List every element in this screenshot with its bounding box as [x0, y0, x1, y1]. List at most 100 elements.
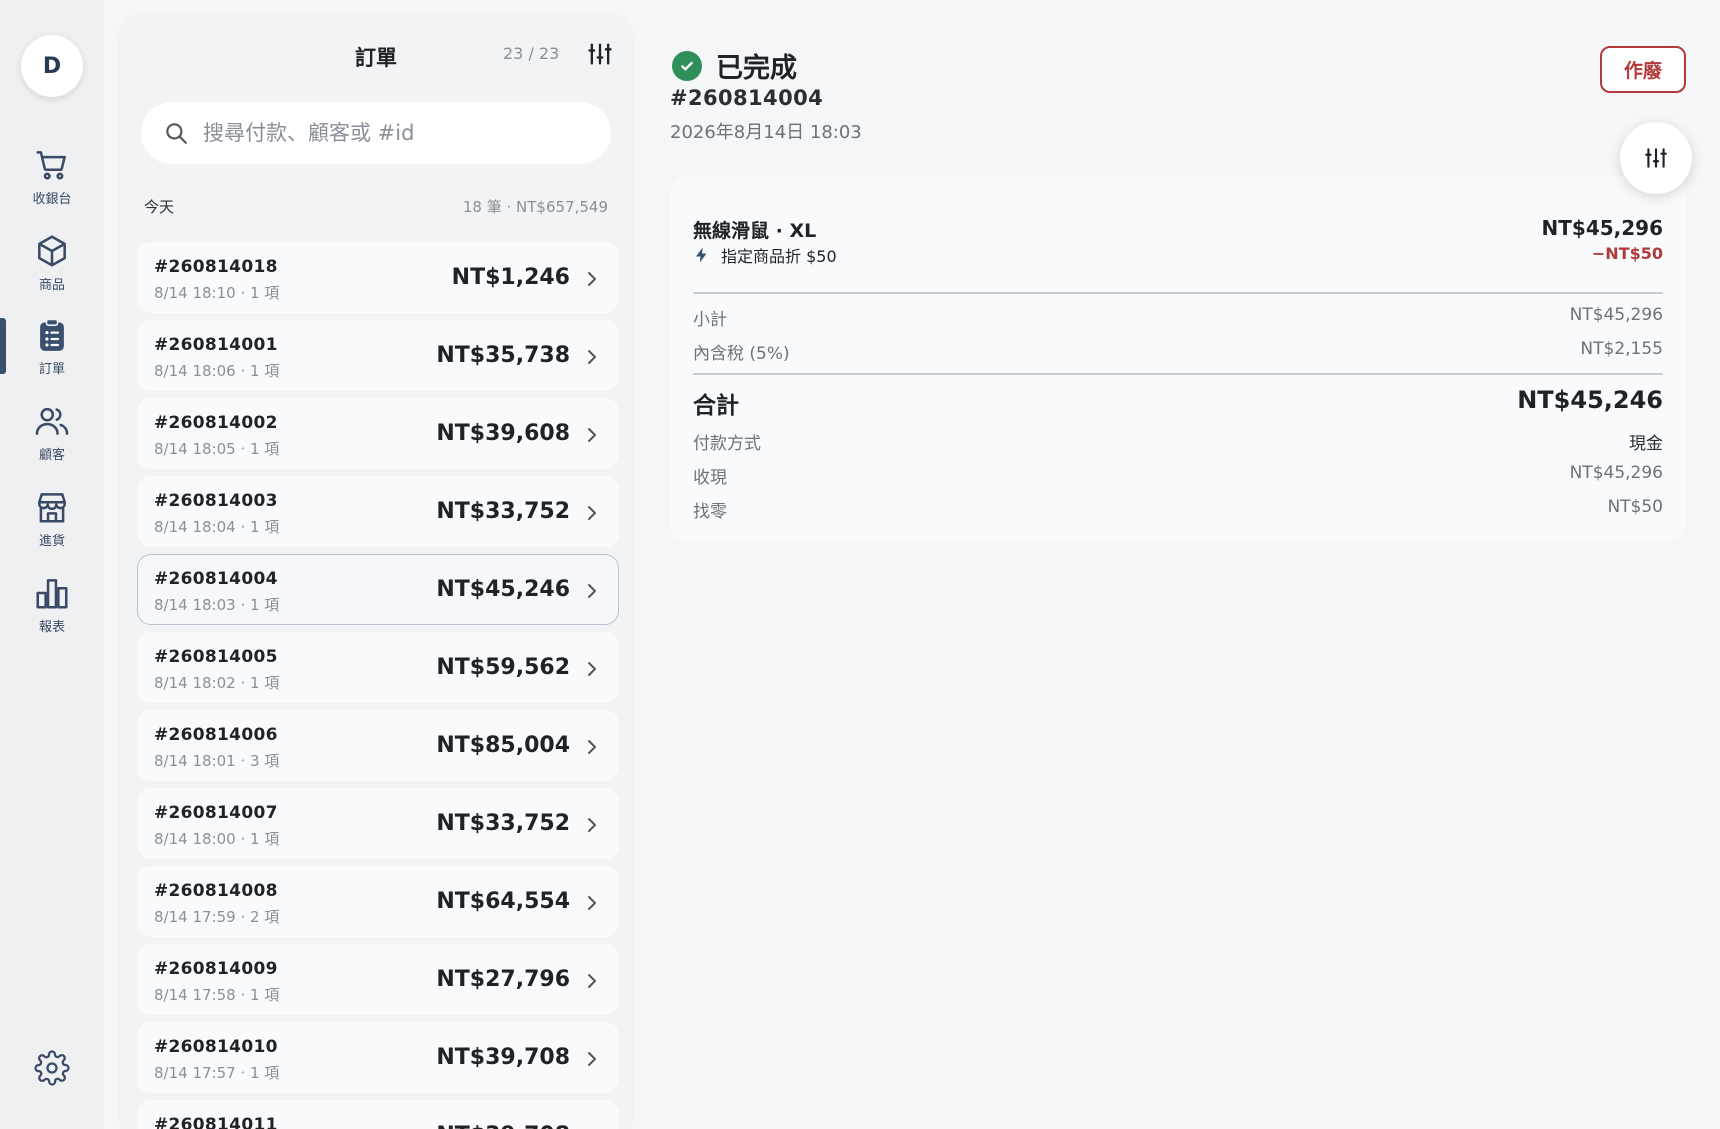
search-icon — [166, 123, 187, 144]
group-summary: 18 筆 · NT$657,549 — [462, 198, 608, 216]
change-label: 找零 — [693, 502, 727, 522]
group-day: 今天 — [144, 198, 175, 216]
payment-label: 付款方式 — [693, 434, 761, 454]
chevron-right-icon — [588, 428, 596, 442]
clipboard-icon — [40, 318, 64, 351]
order-card-meta: 8/14 18:02 · 1 項 — [154, 674, 280, 692]
tax-value: NT$2,155 — [1580, 339, 1663, 359]
tax-row: 內含稅 (5%) NT$2,155 — [693, 339, 1663, 364]
order-card-meta: 8/14 17:59 · 2 項 — [154, 908, 280, 926]
order-card-amount: NT$85,004 — [436, 733, 570, 758]
order-card-id: #260814009 — [154, 959, 278, 979]
order-card-amount: NT$39,708 — [436, 1045, 570, 1070]
users-icon — [35, 407, 69, 435]
item-name: 無線滑鼠 · XL — [693, 220, 817, 242]
box-icon — [38, 234, 66, 267]
order-card-amount: NT$45,246 — [436, 577, 570, 602]
order-card-meta: 8/14 18:03 · 1 項 — [154, 596, 280, 614]
order-card-id: #260814010 — [154, 1037, 278, 1057]
order-summary-card: 無線滑鼠 · XL NT$45,296 指定商品折 $50 −NT$50 小計 … — [670, 176, 1686, 542]
order-card-meta: 8/14 18:10 · 1 項 — [154, 284, 280, 302]
order-card-meta: 8/14 18:06 · 1 項 — [154, 362, 280, 380]
chevron-right-icon — [588, 974, 596, 988]
chevron-right-icon — [588, 584, 596, 598]
order-card[interactable]: #260814006 8/14 18:01 · 3 項 NT$85,004 — [137, 710, 619, 781]
discount-amount: −NT$50 — [1591, 244, 1663, 263]
order-card-id: #260814003 — [154, 491, 278, 511]
order-card[interactable]: #260814003 8/14 18:04 · 1 項 NT$33,752 — [137, 476, 619, 547]
void-button[interactable]: 作廢 — [1600, 46, 1686, 93]
sidebar-item-label: 顧客 — [38, 447, 65, 463]
check-circle-icon — [672, 50, 702, 81]
order-card-meta: 8/14 17:57 · 1 項 — [154, 1064, 280, 1082]
discount-row: 指定商品折 $50 — [693, 243, 837, 267]
user-avatar[interactable]: D — [21, 35, 83, 97]
order-card-meta: 8/14 17:58 · 1 項 — [154, 986, 280, 1004]
order-card[interactable]: #260814005 8/14 18:02 · 1 項 NT$59,562 — [137, 632, 619, 703]
search-input[interactable] — [203, 121, 583, 145]
order-card-amount: NT$33,752 — [436, 811, 570, 836]
order-card-id: #260814004 — [154, 569, 278, 589]
order-card-id: #260814011 — [154, 1115, 278, 1129]
sidebar-item-label: 進貨 — [38, 533, 65, 549]
cart-icon — [36, 150, 66, 180]
received-label: 收現 — [693, 468, 727, 488]
chevron-right-icon — [588, 272, 596, 286]
settings-button[interactable] — [32, 1048, 72, 1088]
order-card[interactable]: #260814007 8/14 18:00 · 1 項 NT$33,752 — [137, 788, 619, 859]
order-card[interactable]: #260814004 8/14 18:03 · 1 項 NT$45,246 — [137, 554, 619, 625]
order-card-amount: NT$27,796 — [436, 967, 570, 992]
adjust-button[interactable] — [1620, 122, 1692, 194]
group-header: 今天 18 筆 · NT$657,549 — [144, 196, 608, 217]
order-card[interactable]: #260814011 NT$39,708 — [137, 1100, 619, 1129]
order-card-id: #260814001 — [154, 335, 278, 355]
sidebar-item-products[interactable]: 商品 — [0, 226, 104, 298]
order-card-meta: 8/14 18:01 · 3 項 — [154, 752, 280, 770]
sliders-icon — [588, 43, 612, 65]
received-value: NT$45,296 — [1569, 463, 1663, 483]
order-card[interactable]: #260814010 8/14 17:57 · 1 項 NT$39,708 — [137, 1022, 619, 1093]
order-card[interactable]: #260814009 8/14 17:58 · 1 項 NT$27,796 — [137, 944, 619, 1015]
chevron-right-icon — [588, 662, 596, 676]
order-date: 2026年8月14日 18:03 — [670, 122, 862, 143]
order-card-amount: NT$59,562 — [436, 655, 570, 680]
order-card[interactable]: #260814001 8/14 18:06 · 1 項 NT$35,738 — [137, 320, 619, 391]
sidebar-item-checkout[interactable]: 收銀台 — [0, 140, 104, 212]
divider — [693, 292, 1663, 294]
total-value: NT$45,246 — [1517, 386, 1663, 414]
discount-label: 指定商品折 $50 — [721, 247, 837, 266]
order-card-id: #260814007 — [154, 803, 278, 823]
status-row: 已完成 — [672, 46, 797, 85]
order-card-id: #260814002 — [154, 413, 278, 433]
chevron-right-icon — [588, 896, 596, 910]
sidebar-item-purchasing[interactable]: 進貨 — [0, 482, 104, 554]
subtotal-label: 小計 — [693, 310, 727, 330]
order-count: 23 / 23 — [503, 44, 560, 63]
chevron-right-icon — [588, 506, 596, 520]
order-card-id: #260814006 — [154, 725, 278, 745]
payment-row: 付款方式 現金 — [693, 429, 1663, 454]
sidebar-item-label: 收銀台 — [32, 191, 72, 207]
bar-chart-icon — [36, 578, 68, 609]
order-card[interactable]: #260814008 8/14 17:59 · 2 項 NT$64,554 — [137, 866, 619, 937]
search-box[interactable] — [141, 102, 611, 164]
order-card-amount: NT$64,554 — [436, 889, 570, 914]
chevron-right-icon — [588, 350, 596, 364]
filter-button[interactable] — [586, 40, 614, 68]
sidebar-item-reports[interactable]: 報表 — [0, 568, 104, 640]
change-row: 找零 NT$50 — [693, 497, 1663, 522]
sidebar-item-customers[interactable]: 顧客 — [0, 396, 104, 468]
chevron-right-icon — [588, 1052, 596, 1066]
order-card-amount: NT$39,708 — [436, 1123, 570, 1129]
order-card-meta: 8/14 18:00 · 1 項 — [154, 830, 280, 848]
order-card[interactable]: #260814018 8/14 18:10 · 1 項 NT$1,246 — [137, 242, 619, 313]
sidebar-item-orders[interactable]: 訂單 — [0, 310, 104, 382]
order-card[interactable]: #260814002 8/14 18:05 · 1 項 NT$39,608 — [137, 398, 619, 469]
order-card-id: #260814005 — [154, 647, 278, 667]
orders-panel: 訂單 23 / 23 今天 18 筆 · NT$657,549 #2608140… — [118, 12, 634, 1129]
total-label: 合計 — [693, 393, 739, 419]
subtotal-value: NT$45,296 — [1569, 305, 1663, 325]
order-card-amount: NT$1,246 — [451, 265, 570, 290]
received-row: 收現 NT$45,296 — [693, 463, 1663, 488]
order-card-amount: NT$39,608 — [436, 421, 570, 446]
